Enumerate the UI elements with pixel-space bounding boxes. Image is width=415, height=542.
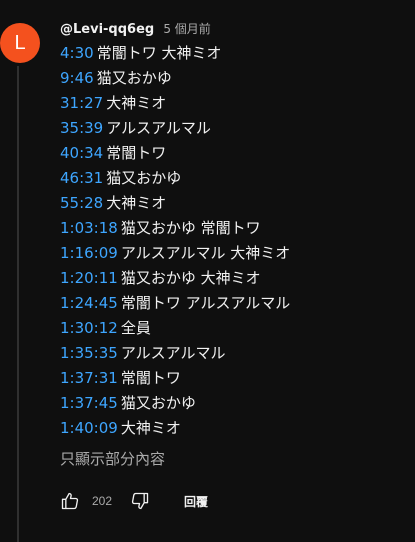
member-names: 常闇トワ アルスアルマル xyxy=(120,294,291,312)
member-names: 猫又おかゆ xyxy=(96,69,172,87)
timestamp-link[interactable]: 1:35:35 xyxy=(60,344,118,362)
member-names: 大神ミオ xyxy=(120,419,181,437)
member-names: アルスアルマル xyxy=(120,344,226,362)
timestamp-link[interactable]: 1:40:09 xyxy=(60,419,118,437)
comment-time[interactable]: 5 個月前 xyxy=(163,22,210,36)
timestamp-link[interactable]: 1:20:11 xyxy=(60,269,118,287)
comment-header: @Levi-qq6eg 5 個月前 xyxy=(60,18,410,38)
dislike-button[interactable] xyxy=(130,491,150,511)
timestamp-link[interactable]: 40:34 xyxy=(60,144,103,162)
like-count: 202 xyxy=(92,494,113,508)
timestamp-link[interactable]: 55:28 xyxy=(60,194,103,212)
timestamp-link[interactable]: 31:27 xyxy=(60,94,103,112)
comment-line: 1:03:18 猫又おかゆ 常闇トワ xyxy=(60,216,410,241)
comment-line: 1:40:09 大神ミオ xyxy=(60,416,410,441)
avatar[interactable]: L xyxy=(0,23,40,63)
comment-line: 1:20:11 猫又おかゆ 大神ミオ xyxy=(60,266,410,291)
comment: @Levi-qq6eg 5 個月前 4:30 常闇トワ 大神ミオ 9:46 猫又おかゆ… xyxy=(60,18,410,471)
comment-line: 31:27 大神ミオ xyxy=(60,91,410,116)
timestamp-link[interactable]: 35:39 xyxy=(60,119,103,137)
comment-content: 4:30 常闇トワ 大神ミオ 9:46 猫又おかゆ 31:27 大神ミオ 35:39 アルスア… xyxy=(60,41,410,441)
member-names: 常闇トワ xyxy=(120,369,181,387)
comment-line: 1:24:45 常闇トワ アルスアルマル xyxy=(60,291,410,316)
member-names: 大神ミオ xyxy=(106,94,167,112)
member-names: 猫又おかゆ xyxy=(106,169,182,187)
timestamp-link[interactable]: 1:24:45 xyxy=(60,294,118,312)
timestamp-link[interactable]: 1:16:09 xyxy=(60,244,118,262)
comment-line: 46:31 猫又おかゆ xyxy=(60,166,410,191)
comment-line: 1:37:45 猫又おかゆ xyxy=(60,391,410,416)
timestamp-link[interactable]: 9:46 xyxy=(60,69,94,87)
thread-line xyxy=(17,66,19,542)
member-names: 常闇トワ xyxy=(106,144,167,162)
comment-toolbar: 202 回覆 xyxy=(60,486,208,516)
like-button[interactable] xyxy=(60,491,80,511)
author-name[interactable]: @Levi-qq6eg xyxy=(60,22,154,37)
avatar-letter: L xyxy=(14,32,26,54)
timestamp-link[interactable]: 1:37:31 xyxy=(60,369,118,387)
timestamp-link[interactable]: 1:30:12 xyxy=(60,319,118,337)
comment-line: 35:39 アルスアルマル xyxy=(60,116,410,141)
reply-button[interactable]: 回覆 xyxy=(184,493,208,510)
comment-line: 55:28 大神ミオ xyxy=(60,191,410,216)
thumb-down-icon xyxy=(131,492,149,510)
member-names: アルスアルマル 大神ミオ xyxy=(120,244,291,262)
member-names: 全員 xyxy=(120,319,151,337)
show-less-button[interactable]: 只顯示部分內容 xyxy=(60,447,410,471)
member-names: アルスアルマル xyxy=(106,119,211,137)
comment-line: 40:34 常闇トワ xyxy=(60,141,410,166)
comment-line: 1:37:31 常闇トワ xyxy=(60,366,410,391)
member-names: 猫又おかゆ 大神ミオ xyxy=(120,269,261,287)
member-names: 常闇トワ 大神ミオ xyxy=(96,44,222,62)
comment-line: 4:30 常闇トワ 大神ミオ xyxy=(60,41,410,66)
timestamp-link[interactable]: 4:30 xyxy=(60,44,94,62)
member-names: 猫又おかゆ xyxy=(120,394,196,412)
comment-line: 9:46 猫又おかゆ xyxy=(60,66,410,91)
member-names: 大神ミオ xyxy=(106,194,167,212)
comment-line: 1:16:09 アルスアルマル 大神ミオ xyxy=(60,241,410,266)
member-names: 猫又おかゆ 常闇トワ xyxy=(120,219,261,237)
timestamp-link[interactable]: 46:31 xyxy=(60,169,103,187)
timestamp-link[interactable]: 1:37:45 xyxy=(60,394,118,412)
timestamp-link[interactable]: 1:03:18 xyxy=(60,219,118,237)
comment-line: 1:35:35 アルスアルマル xyxy=(60,341,410,366)
comment-line: 1:30:12 全員 xyxy=(60,316,410,341)
thumb-up-icon xyxy=(61,492,79,510)
